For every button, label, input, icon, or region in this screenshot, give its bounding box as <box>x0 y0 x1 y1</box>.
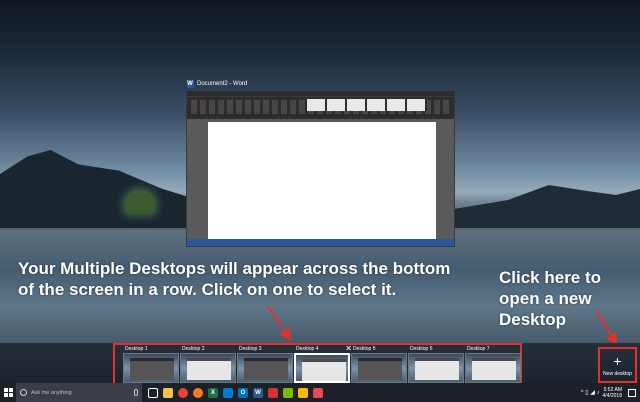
mini-window <box>415 358 459 380</box>
desktop-label: Desktop 7 <box>467 346 490 352</box>
status-bar <box>187 239 454 246</box>
desktop-thumbnail[interactable]: Desktop 7 <box>465 346 521 384</box>
desktop-label: Desktop 4 <box>296 346 319 352</box>
taskbar: Ask me anything X OW ^ ▯ ◢ ♪ 5:52 AM 4/4/… <box>0 383 640 402</box>
mini-window <box>187 358 231 380</box>
excel-icon[interactable]: X <box>208 387 218 398</box>
firefox-icon[interactable] <box>193 387 203 398</box>
desktop-label: Desktop 1 <box>125 346 148 352</box>
desktop-preview <box>351 353 407 383</box>
desktop-preview <box>408 353 464 383</box>
desktop-thumbnail[interactable]: Desktop 3 <box>237 346 293 384</box>
task-view-icon[interactable] <box>148 387 158 398</box>
desktop-preview <box>465 353 521 383</box>
desktop-thumbnail[interactable]: Desktop 1 <box>123 346 179 384</box>
desktop-preview <box>294 353 350 383</box>
desktop-preview <box>180 353 236 383</box>
store-icon[interactable] <box>223 387 233 398</box>
word-icon[interactable]: W <box>253 387 263 398</box>
windows-logo-icon <box>3 388 13 397</box>
desktop-label: Desktop 2 <box>182 346 205 352</box>
mini-window <box>130 358 174 380</box>
app-icon-2[interactable] <box>283 387 293 398</box>
mini-window <box>302 359 346 381</box>
mini-window <box>244 358 288 380</box>
cortana-search[interactable]: Ask me anything <box>16 383 142 402</box>
desktop-label: Desktop 3 <box>239 346 262 352</box>
mini-window <box>472 358 516 380</box>
pinned-apps: X OW <box>148 387 323 398</box>
clock[interactable]: 5:52 AM 4/4/2018 <box>603 387 622 399</box>
annotation-desktops: Your Multiple Desktops will appear acros… <box>18 259 451 299</box>
outlook-icon[interactable]: O <box>238 387 248 398</box>
new-desktop-button[interactable]: + New desktop <box>598 347 637 383</box>
microphone-icon[interactable] <box>134 389 138 396</box>
cortana-icon <box>20 389 27 396</box>
desktop-thumbnail[interactable]: Desktop 5 <box>351 346 407 384</box>
desktop-label: Desktop 6 <box>410 346 433 352</box>
document-page[interactable] <box>208 122 436 240</box>
wallpaper-island <box>125 190 155 214</box>
search-input[interactable]: Ask me anything <box>31 390 130 396</box>
chrome-icon[interactable] <box>178 387 188 398</box>
mini-window <box>358 358 402 380</box>
desktops-row: Desktop 1 Desktop 2 Desktop 3 Desktop 4 ✕ Des… <box>113 343 522 385</box>
clock-time: 5:52 AM <box>603 386 622 393</box>
plus-icon: + <box>613 352 622 369</box>
desktop-label: Desktop 5 <box>353 346 376 352</box>
ribbon-styles-gallery <box>307 99 427 111</box>
file-explorer-icon[interactable] <box>163 387 173 398</box>
desktop-thumbnail[interactable]: Desktop 2 <box>180 346 236 384</box>
clock-date: 4/4/2018 <box>602 392 622 399</box>
ribbon-tabs <box>187 91 454 97</box>
system-tray: ^ ▯ ◢ ♪ 5:52 AM 4/4/2018 <box>581 387 640 399</box>
paint-icon[interactable] <box>298 387 308 398</box>
tray-icons[interactable]: ^ ▯ ◢ ♪ <box>581 389 600 396</box>
start-button[interactable] <box>0 383 16 402</box>
desktop-preview <box>123 353 179 383</box>
desktop-preview <box>237 353 293 383</box>
word-ribbon <box>187 91 454 119</box>
notification-icon[interactable] <box>628 388 636 397</box>
desktop-thumbnail[interactable]: Desktop 4 ✕ <box>294 345 352 384</box>
app-icon[interactable] <box>268 387 278 398</box>
annotation-new-desktop: Click here to open a new Desktop <box>499 268 602 329</box>
desktop-thumbnail[interactable]: Desktop 6 <box>408 346 464 384</box>
app-icon-3[interactable] <box>313 387 323 398</box>
new-desktop-label: New desktop <box>603 370 632 377</box>
word-window-preview[interactable] <box>186 78 455 247</box>
